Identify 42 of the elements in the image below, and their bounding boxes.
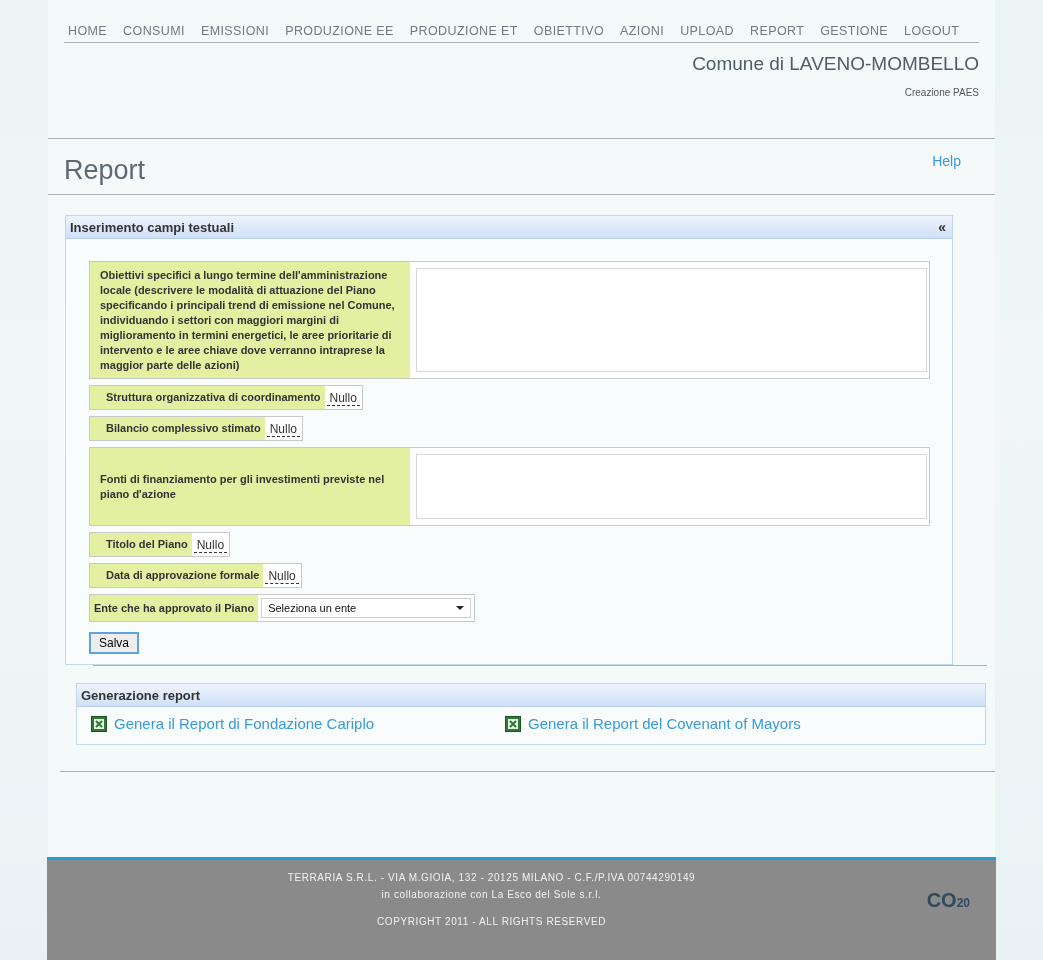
nav-link[interactable]: EMISSIONI: [200, 24, 278, 38]
editable-value[interactable]: Nullo: [193, 535, 228, 553]
nav-link[interactable]: AZIONI: [620, 24, 673, 38]
nav-link[interactable]: LOGOUT: [904, 24, 968, 38]
nav-link[interactable]: REPORT: [750, 24, 813, 38]
section-subtitle: Creazione PAES: [904, 87, 979, 98]
field-label: Bilancio complessivo stimato: [90, 417, 265, 440]
text-area[interactable]: [416, 268, 927, 372]
collapse-button[interactable]: «: [938, 219, 946, 235]
panel-title: Generazione report: [81, 687, 201, 703]
field-label: Data di approvazione formale: [90, 564, 264, 587]
help-link[interactable]: Help: [932, 153, 961, 169]
nav-link[interactable]: GESTIONE: [820, 24, 897, 38]
nav-link[interactable]: PRODUZIONE EE: [285, 24, 402, 38]
footer-text: in collaborazione con La Esco del Sole s.r.l.: [381, 889, 602, 900]
field-label: Titolo del Piano: [90, 533, 192, 556]
editable-value[interactable]: Nullo: [266, 419, 300, 437]
nav-link[interactable]: OBIETTIVO: [533, 24, 613, 38]
page-title: Report: [64, 155, 146, 186]
spreadsheet-icon: [91, 715, 107, 732]
report-link[interactable]: Genera il Report del Covenant of Mayors: [528, 715, 801, 732]
nav-link[interactable]: UPLOAD: [680, 24, 742, 38]
nav-link[interactable]: HOME: [68, 24, 116, 38]
editable-value[interactable]: Nullo: [326, 388, 360, 406]
municipality-title: Comune di LAVENO-MOMBELLO: [692, 53, 979, 75]
save-button[interactable]: Salva: [89, 632, 140, 654]
editable-value[interactable]: Nullo: [265, 566, 299, 584]
select-dropdown[interactable]: Seleziona un ente: [261, 598, 472, 618]
report-link[interactable]: Genera il Report di Fondazione Cariplo: [114, 715, 375, 732]
nav-link[interactable]: CONSUMI: [123, 24, 193, 38]
nav-link[interactable]: PRODUZIONE ET: [409, 24, 526, 38]
field-label: Obiettivi specifici a lungo termine dell'amministrazione locale (descrivere le modalità di attuazione del Piano specificando i principali trend di emissione nel Comune, individuando i settori con maggiori margini di miglioramento in termini energetici, le aree prioritarie di intervento e le aree chiave dove verranno intraprese la maggior parte delle azioni): [90, 262, 410, 378]
field-label: Ente che ha approvato il Piano: [90, 595, 259, 621]
spreadsheet-icon: [505, 715, 521, 732]
dropdown-caret-icon: [456, 606, 465, 610]
field-label: Struttura organizzativa di coordinamento: [90, 386, 325, 409]
field-label: Fonti di finanziamento per gli investimenti previste nel piano d'azione: [90, 448, 410, 525]
footer-text: COPYRIGHT 2011 - ALL RIGHTS RESERVED: [376, 916, 607, 927]
footer-text: TERRARIA S.R.L. - VIA M.GIOIA, 132 - 20125 MILANO - C.F./P.IVA 00744290149: [287, 872, 696, 883]
text-area[interactable]: [416, 454, 927, 519]
logo: CO20: [926, 890, 970, 910]
panel-title: Inserimento campi testuali: [70, 219, 234, 235]
